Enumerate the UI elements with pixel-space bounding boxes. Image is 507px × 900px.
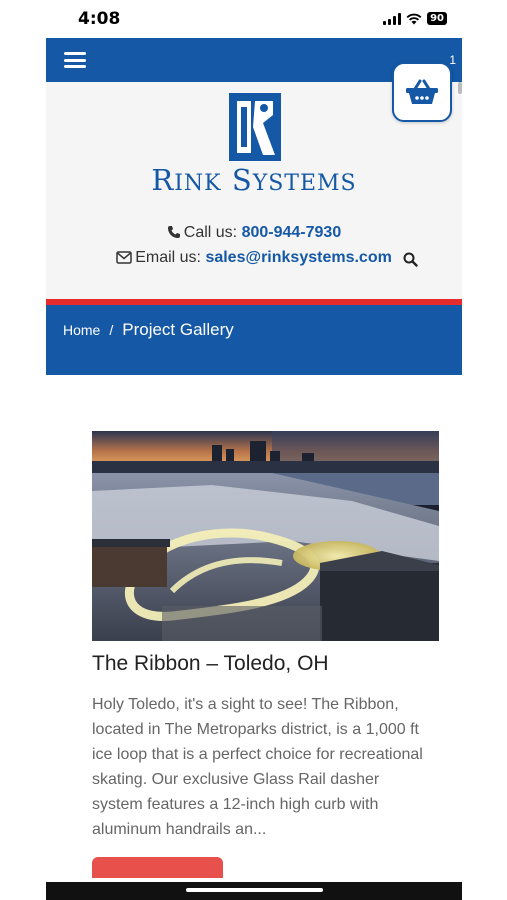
status-bar: 4:08 90 — [0, 0, 507, 38]
search-icon[interactable] — [403, 252, 418, 267]
phone-line: Call us: 800-944-7930 — [46, 224, 462, 242]
email-label: Email us: — [135, 249, 201, 266]
breadcrumb-bar: Home / Project Gallery — [46, 305, 462, 375]
brand-initial-1: R — [151, 163, 175, 197]
home-indicator[interactable] — [186, 888, 323, 892]
status-time: 4:08 — [78, 9, 121, 29]
bottom-browser-bar — [46, 882, 462, 900]
signal-icon — [383, 12, 402, 25]
phone-label: Call us: — [183, 224, 238, 241]
website-viewport: 1 Rink Systems Call us: 800-944-7930 Ema… — [46, 38, 462, 878]
battery-icon: 90 — [427, 12, 447, 25]
shopping-basket-icon — [406, 79, 438, 104]
project-photo[interactable] — [92, 431, 439, 641]
brand-word-2: ystems — [252, 171, 357, 196]
project-excerpt: Holy Toledo, it's a sight to see! The Ri… — [92, 696, 423, 838]
hamburger-menu-icon[interactable] — [64, 52, 86, 68]
brand-name[interactable]: Rink Systems — [46, 163, 462, 197]
cart-count-badge: 1 — [449, 53, 456, 67]
breadcrumb-home-link[interactable]: Home — [63, 322, 100, 338]
rink-systems-logo-mark[interactable] — [229, 93, 281, 161]
cart-button[interactable] — [392, 62, 452, 122]
brand-word-1: ink — [174, 171, 222, 196]
wifi-icon — [406, 13, 422, 24]
phone-icon — [167, 226, 180, 238]
breadcrumb: Home / Project Gallery — [63, 320, 234, 340]
scrollbar-thumb[interactable] — [458, 82, 462, 94]
brand-initial-2: S — [231, 163, 253, 197]
email-line: Email us: sales@rinksystems.com — [46, 249, 462, 267]
breadcrumb-current: Project Gallery — [122, 320, 234, 339]
project-title[interactable]: The Ribbon – Toledo, OH — [92, 652, 329, 676]
breadcrumb-separator: / — [109, 322, 114, 338]
status-icons: 90 — [383, 12, 447, 25]
phone-link[interactable]: 800-944-7930 — [242, 224, 342, 241]
email-link[interactable]: sales@rinksystems.com — [205, 249, 391, 266]
envelope-icon — [116, 251, 132, 264]
read-more-button[interactable]: Read more — [92, 857, 223, 878]
